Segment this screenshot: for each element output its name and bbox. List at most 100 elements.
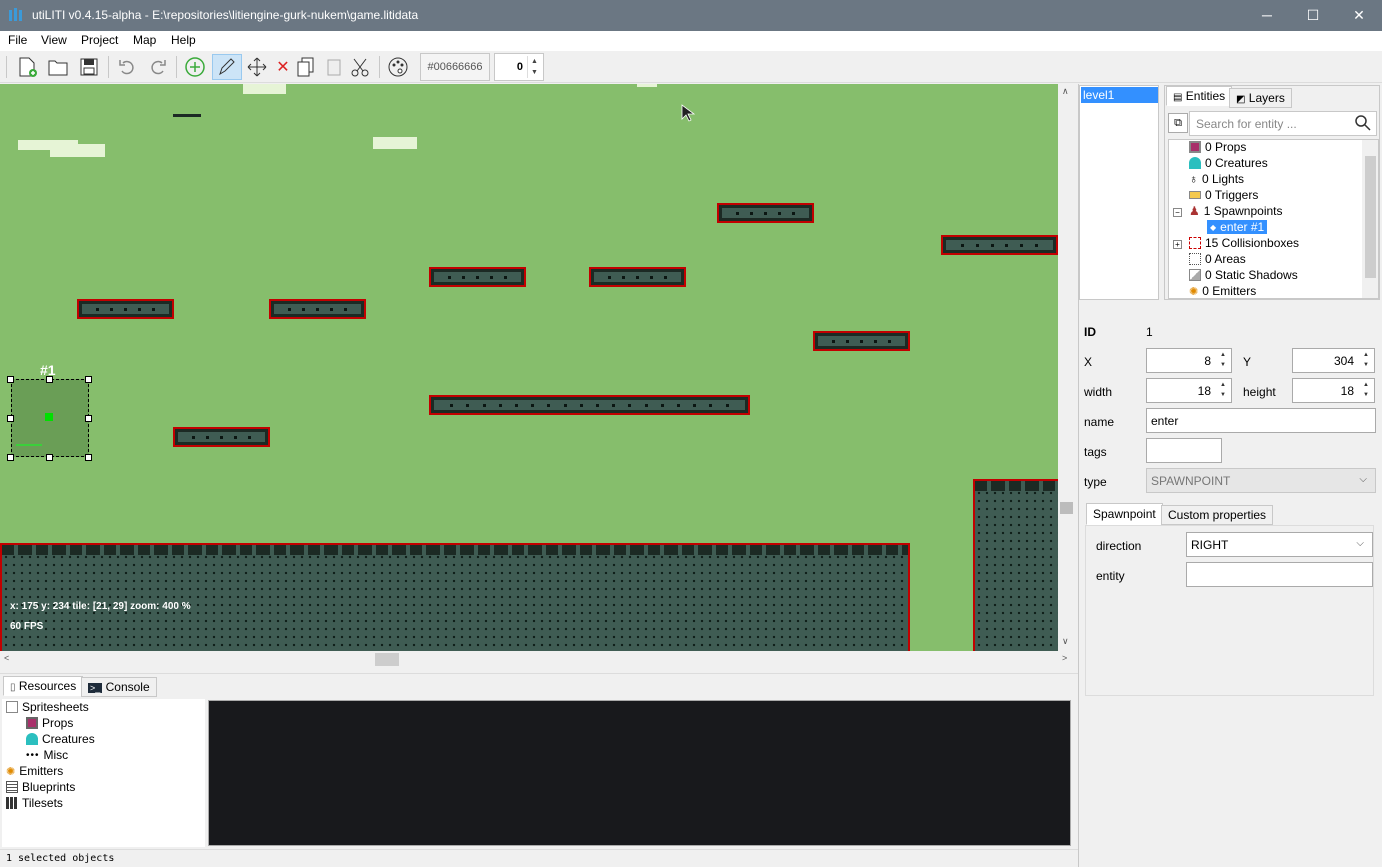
tree-spawnpoints[interactable]: ♟ 1 Spawnpoints [1189, 204, 1283, 218]
save-icon[interactable] [76, 54, 102, 80]
tree-collisionboxes[interactable]: 15 Collisionboxes [1189, 236, 1299, 250]
palette-icon[interactable] [385, 54, 411, 80]
maximize-button[interactable]: ☐ [1290, 0, 1336, 31]
resize-handle[interactable] [46, 454, 53, 461]
collision-platform[interactable] [589, 267, 686, 287]
cut-icon[interactable] [347, 54, 373, 80]
layer-spinner[interactable]: 0 ▲ ▼ [494, 53, 544, 81]
new-file-icon[interactable] [14, 54, 40, 80]
resource-props[interactable]: Props [26, 716, 73, 730]
collapse-icon[interactable]: − [1173, 208, 1182, 217]
tab-resources[interactable]: ▯ Resources [3, 676, 84, 696]
tree-triggers[interactable]: 0 Triggers [1189, 188, 1258, 202]
scroll-thumb[interactable] [375, 653, 399, 666]
collision-platform[interactable] [77, 299, 174, 319]
entity-search-input[interactable]: Search for entity ... [1189, 111, 1377, 136]
edit-tool-icon[interactable] [212, 54, 242, 80]
map-list[interactable]: level1 [1079, 85, 1159, 300]
collision-platform[interactable] [813, 331, 910, 351]
resource-tilesets[interactable]: Tilesets [6, 796, 63, 810]
tree-props[interactable]: 0 Props [1189, 140, 1246, 154]
expand-icon[interactable]: + [1173, 240, 1182, 249]
spinner-arrows-icon[interactable]: ▲ ▼ [1216, 380, 1230, 401]
menu-map[interactable]: Map [133, 33, 156, 47]
resource-emitters[interactable]: ✺ Emitters [6, 764, 63, 778]
tab-layers[interactable]: ◩ Layers [1229, 88, 1292, 108]
map-vertical-scrollbar[interactable]: ∧ ∨ [1058, 84, 1075, 651]
x-field[interactable]: 8 ▲ ▼ [1146, 348, 1232, 373]
close-button[interactable]: ✕ [1336, 0, 1382, 31]
tree-scrollbar[interactable] [1362, 140, 1378, 298]
map-canvas[interactable]: #1 x: 175 y: 234 tile: [21, 29] zoom: 40… [0, 84, 1058, 651]
resize-handle[interactable] [7, 454, 14, 461]
spinner-arrows-icon[interactable]: ▲ ▼ [527, 56, 541, 78]
search-icon[interactable] [1355, 115, 1371, 131]
collision-platform[interactable] [429, 267, 526, 287]
resource-creatures[interactable]: Creatures [26, 732, 95, 746]
tab-console[interactable]: >_ Console [81, 677, 157, 697]
spawnpoint-selection[interactable] [11, 379, 89, 457]
resize-handle[interactable] [7, 415, 14, 422]
type-select[interactable]: SPAWNPOINT ⌵ [1146, 468, 1376, 493]
menu-view[interactable]: View [41, 33, 67, 47]
tab-custom-properties[interactable]: Custom properties [1161, 505, 1274, 525]
scroll-right-icon[interactable]: > [1062, 653, 1067, 663]
direction-select[interactable]: RIGHT ⌵ [1186, 532, 1373, 557]
resource-spritesheets[interactable]: Spritesheets [6, 700, 89, 714]
scroll-thumb[interactable] [1060, 502, 1073, 514]
name-field[interactable]: enter [1146, 408, 1376, 433]
spinner-arrows-icon[interactable]: ▲ ▼ [1216, 350, 1230, 371]
y-field[interactable]: 304 ▲ ▼ [1292, 348, 1375, 373]
entity-field[interactable] [1186, 562, 1373, 587]
tree-spawnpoint-enter[interactable]: ◆ enter #1 [1207, 220, 1268, 234]
spinner-arrows-icon[interactable]: ▲ ▼ [1359, 350, 1373, 371]
width-field[interactable]: 18 ▲ ▼ [1146, 378, 1232, 403]
collision-platform[interactable] [429, 395, 750, 415]
scroll-thumb[interactable] [1365, 156, 1376, 278]
paste-icon[interactable] [321, 54, 347, 80]
tab-entities[interactable]: ▤ Entities [1166, 86, 1233, 106]
color-value-field[interactable]: #00666666 [420, 53, 490, 81]
scroll-left-icon[interactable]: < [4, 653, 9, 663]
resize-handle[interactable] [7, 376, 14, 383]
scroll-down-icon[interactable]: ∨ [1062, 636, 1069, 647]
undo-icon[interactable] [114, 54, 140, 80]
tree-areas[interactable]: 0 Areas [1189, 252, 1246, 266]
resize-handle[interactable] [85, 415, 92, 422]
collision-platform[interactable] [269, 299, 366, 319]
collision-ground[interactable] [973, 479, 1058, 651]
resize-handle[interactable] [85, 376, 92, 383]
menu-project[interactable]: Project [81, 33, 118, 47]
collision-platform[interactable] [173, 427, 270, 447]
collapse-all-icon[interactable]: ⧉ [1168, 113, 1188, 133]
copy-icon[interactable] [293, 54, 319, 80]
tree-static-shadows[interactable]: 0 Static Shadows [1189, 268, 1298, 282]
menu-help[interactable]: Help [171, 33, 196, 47]
tree-creatures[interactable]: 0 Creatures [1189, 156, 1268, 170]
resize-handle[interactable] [85, 454, 92, 461]
tree-label: 0 Props [1205, 140, 1247, 154]
resize-handle[interactable] [46, 376, 53, 383]
tab-spawnpoint[interactable]: Spawnpoint [1086, 503, 1163, 525]
toolbar-separator [6, 56, 7, 78]
open-folder-icon[interactable] [45, 54, 71, 80]
tree-emitters[interactable]: ✺ 0 Emitters [1189, 284, 1256, 298]
map-item-level1[interactable]: level1 [1081, 87, 1158, 103]
add-object-icon[interactable] [182, 54, 208, 80]
map-horizontal-scrollbar[interactable]: < > [0, 651, 1075, 668]
collision-ground[interactable] [0, 543, 910, 651]
resource-misc[interactable]: ••• Misc [26, 748, 68, 762]
tree-lights[interactable]: ♁ 0 Lights [1189, 172, 1244, 186]
redo-icon[interactable] [145, 54, 171, 80]
move-icon[interactable] [244, 54, 270, 80]
collision-platform[interactable] [941, 235, 1058, 255]
menu-file[interactable]: File [8, 33, 27, 47]
height-field[interactable]: 18 ▲ ▼ [1292, 378, 1375, 403]
spinner-arrows-icon[interactable]: ▲ ▼ [1359, 380, 1373, 401]
console-output[interactable] [208, 700, 1071, 846]
resource-blueprints[interactable]: Blueprints [6, 780, 75, 794]
tags-field[interactable] [1146, 438, 1222, 463]
minimize-button[interactable]: ─ [1244, 0, 1290, 31]
collision-platform[interactable] [717, 203, 814, 223]
scroll-up-icon[interactable]: ∧ [1062, 86, 1069, 97]
